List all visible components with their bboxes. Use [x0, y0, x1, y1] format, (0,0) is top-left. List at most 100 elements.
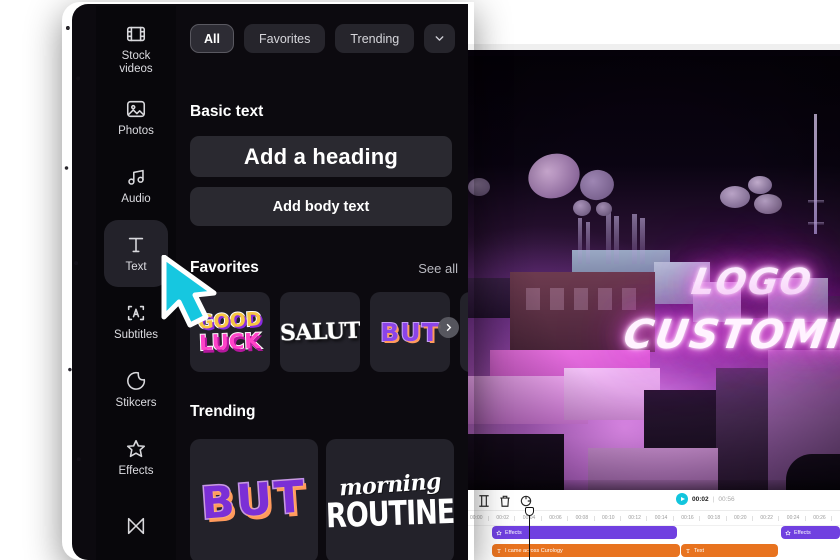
sidebar-item-text[interactable]: Text [104, 220, 168, 287]
filter-chip-favorites[interactable]: Favorites [243, 24, 326, 53]
mouse-cursor [161, 255, 217, 328]
favorite-thumb-but[interactable]: BUT [370, 292, 450, 372]
playhead[interactable] [525, 507, 534, 560]
satellite-dish [720, 186, 750, 208]
ruler-tick-mark [752, 516, 753, 521]
preview-title-line2[interactable]: CUSTOMIZE [620, 312, 840, 358]
wordart-line1: BUT [198, 470, 310, 531]
trending-thumb-but[interactable]: BUT [190, 439, 318, 560]
mast-arm [808, 200, 824, 203]
basic-text-heading: Basic text [190, 103, 264, 120]
timeline-clip-effects[interactable]: Effects [781, 526, 840, 539]
add-body-text-button[interactable]: Add body text [190, 187, 452, 226]
window [550, 288, 564, 310]
filter-chip-trending[interactable]: Trending [335, 24, 415, 53]
subtitles-frame-a-icon [127, 305, 145, 320]
ruler-tick-label: 00:14 [654, 515, 668, 521]
favorite-thumb-salut[interactable]: SALUT [280, 292, 360, 372]
ruler-tick-mark [514, 516, 516, 521]
satellite-dish [573, 200, 591, 216]
wordart-line2: ROUTINE [326, 492, 454, 537]
playhead-handle[interactable] [525, 507, 534, 516]
timeline-clip-effects[interactable]: Effects [492, 526, 677, 539]
filter-more-button[interactable] [424, 24, 456, 53]
ruler-tick-mark [778, 516, 780, 521]
ruler-tick-mark [646, 516, 648, 521]
video-preview-canvas[interactable]: LOGO CUSTOMIZE [468, 50, 840, 490]
sidebar-item-audio[interactable]: Audio [104, 152, 168, 219]
sidebar-item-label: Effects [118, 464, 154, 477]
trending-thumb-morning-routine[interactable]: morning ROUTINE [326, 439, 454, 560]
current-time: 00:02 [692, 495, 709, 503]
ruler-tick-mark [725, 516, 727, 521]
timeline-clip-text[interactable]: Text [681, 544, 778, 557]
ruler-tick-mark [488, 516, 489, 521]
timeline-clip-text[interactable]: I came across Curology [492, 544, 680, 557]
image-icon [126, 100, 146, 117]
sidebar-item-label: Photos [118, 124, 154, 137]
time-display: 00:02 | 00:56 [676, 493, 735, 505]
sidebar-item-subtitles[interactable]: Subtitles [104, 288, 168, 355]
favorite-thumb-partial[interactable] [460, 292, 468, 372]
radio-mast [814, 114, 817, 234]
video-editor-window: LOGO CUSTOMIZE 00:02 | 00:56 00:00 00:02… [468, 44, 840, 560]
timeline-panel: 00:02 | 00:56 00:0000:0200:0400:0600:080… [468, 490, 840, 560]
ruler-tick-label: 00:26 [813, 515, 826, 521]
ruler-tick-label: 00:24 [786, 515, 800, 521]
chimney [606, 212, 611, 264]
satellite-dish [754, 194, 782, 214]
add-heading-button[interactable]: Add a heading [190, 136, 452, 177]
window [622, 288, 636, 310]
ruler-tick-mark [672, 516, 674, 521]
wordart-line2: LUCK [198, 327, 262, 355]
satellite-dish [468, 178, 490, 196]
text-library-content: All Favorites Trending Basic text Add a he… [180, 4, 468, 560]
total-time: 00:56 [718, 495, 735, 503]
sidebar-item-label: Subtitles [113, 328, 159, 341]
chevron-right-icon [446, 323, 452, 332]
ruler-tick-mark [804, 516, 806, 521]
sidebar-item-photos[interactable]: Photos [104, 84, 168, 151]
sidebar-item-label: Stock videos [119, 50, 153, 75]
timeline-clip-label: Text [694, 547, 705, 554]
rotate-icon[interactable] [519, 494, 533, 508]
film-strip-icon [126, 26, 146, 42]
ruler-tick-mark [567, 516, 569, 521]
ruler-tick-label: 00:10 [602, 515, 615, 521]
chevron-down-icon [435, 36, 444, 41]
sidebar-item-effects[interactable]: Effects [104, 424, 168, 491]
ruler-tick-label: 00:00 [470, 515, 483, 521]
favorites-next-arrow-button[interactable] [438, 317, 459, 338]
ruler-tick-label: 00:02 [496, 515, 509, 521]
ruler-tick-mark [620, 516, 621, 521]
satellite-dish [748, 176, 772, 194]
chimney [614, 216, 619, 264]
filter-chip-group: All Favorites Trending [190, 24, 456, 53]
preview-title-line1[interactable]: LOGO [689, 262, 816, 303]
split-icon[interactable] [477, 494, 491, 508]
timeline-tracks: Effects Effects I came across Curology Text… [468, 526, 840, 560]
chimney [640, 218, 645, 264]
trash-icon[interactable] [498, 494, 512, 508]
sidebar-item-stock-videos[interactable]: Stock videos [104, 16, 168, 83]
timeline-ruler[interactable]: 00:0000:0200:0400:0600:0800:1000:1200:14… [468, 511, 840, 526]
satellite-dish [522, 147, 586, 205]
chimney [586, 222, 590, 264]
ruler-tick-label: 00:16 [681, 515, 694, 521]
sticker-icon [127, 371, 146, 390]
sidebar-item-label: Text [125, 260, 147, 273]
filter-chip-all[interactable]: All [190, 24, 234, 53]
text-t-icon [497, 548, 501, 553]
ruler-tick-label: 00:20 [734, 515, 747, 521]
window [526, 288, 540, 310]
window [574, 288, 588, 310]
ruler-tick-label: 00:12 [628, 515, 641, 521]
timeline-clip-label: Effects [505, 529, 522, 536]
timeline-clip-label: I came across Curology [505, 547, 563, 554]
play-icon[interactable] [676, 493, 688, 505]
sidebar-item-stikcers[interactable]: Stikcers [104, 356, 168, 423]
sidebar-item-transitions[interactable] [104, 492, 168, 559]
favorites-see-all-link[interactable]: See all [418, 261, 458, 276]
sparkle-star-icon [126, 439, 146, 457]
ruler-tick-mark [699, 516, 701, 521]
